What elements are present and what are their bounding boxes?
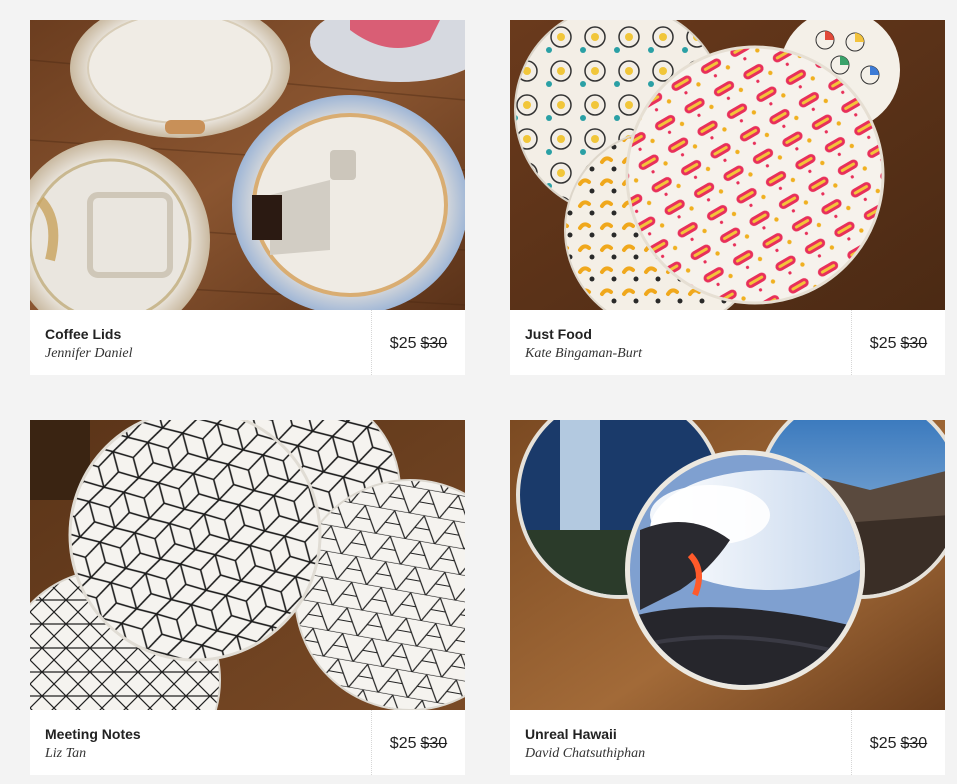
product-image-unreal-hawaii[interactable]	[510, 420, 945, 710]
price-box: $25 $30	[851, 710, 945, 775]
product-card: Just Food Kate Bingaman-Burt $25 $30	[510, 20, 945, 375]
sale-price: $25	[869, 734, 897, 752]
sale-price: $25	[869, 334, 897, 352]
product-title[interactable]: Meeting Notes	[45, 726, 371, 743]
product-title[interactable]: Just Food	[525, 326, 851, 343]
product-artist: Kate Bingaman-Burt	[525, 346, 643, 361]
product-artist: Liz Tan	[45, 746, 87, 761]
product-title[interactable]: Unreal Hawaii	[525, 726, 851, 743]
product-image-just-food[interactable]	[510, 20, 945, 310]
product-card: Coffee Lids Jennifer Daniel $25 $30	[30, 20, 465, 375]
sale-price: $25	[389, 734, 417, 752]
product-card: Meeting Notes Liz Tan $25 $30	[30, 420, 465, 775]
product-image-coffee-lids[interactable]	[30, 20, 465, 310]
original-price: $30	[900, 734, 928, 752]
sale-price: $25	[389, 334, 417, 352]
product-title[interactable]: Coffee Lids	[45, 326, 371, 343]
price-box: $25 $30	[371, 310, 465, 375]
original-price: $30	[420, 334, 448, 352]
price-box: $25 $30	[851, 310, 945, 375]
original-price: $30	[900, 334, 928, 352]
price-box: $25 $30	[371, 710, 465, 775]
product-artist: Jennifer Daniel	[45, 346, 133, 361]
product-card: Unreal Hawaii David Chatsuthiphan $25 $3…	[510, 420, 945, 775]
original-price: $30	[420, 734, 448, 752]
product-artist: David Chatsuthiphan	[525, 746, 646, 761]
product-image-meeting-notes[interactable]	[30, 420, 465, 710]
